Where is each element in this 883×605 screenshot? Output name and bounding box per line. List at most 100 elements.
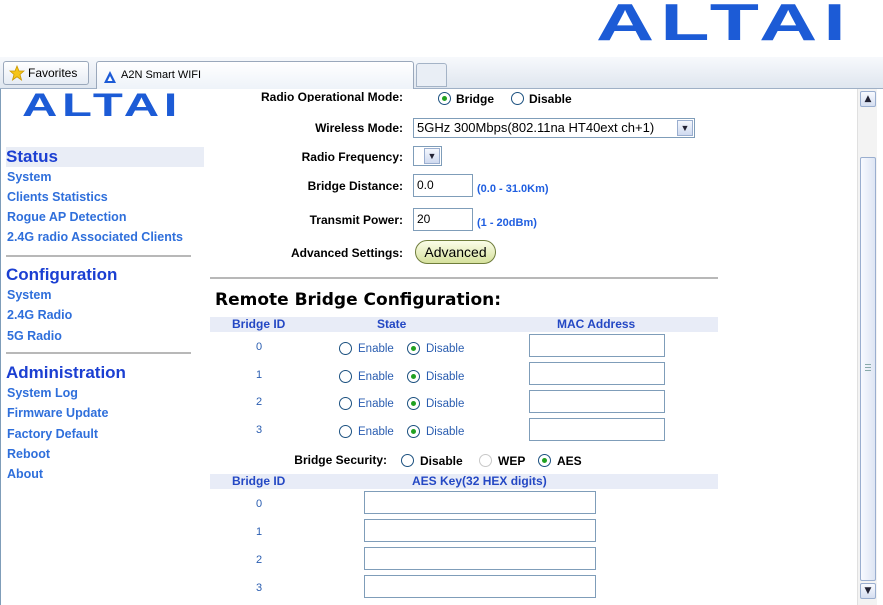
aes-row-id: 3 xyxy=(256,582,263,594)
bridge-2-disable-label: Disable xyxy=(426,398,465,410)
sidebar-nav: ALTAI Status System Clients Statistics R… xyxy=(1,89,206,605)
bridge-0-mac-input[interactable] xyxy=(529,334,665,357)
header-mac-address: MAC Address xyxy=(557,317,636,331)
radio-frequency-label: Radio Frequency: xyxy=(301,150,403,164)
header-aes-bridge-id: Bridge ID xyxy=(232,474,286,488)
bridge-0-enable-label: Enable xyxy=(358,343,394,355)
bridge-2-disable-radio[interactable] xyxy=(407,397,420,410)
grip-icon xyxy=(865,364,871,371)
nav-item-factory-default[interactable]: Factory Default xyxy=(7,427,98,441)
content-frame: ALTAI Status System Clients Statistics R… xyxy=(0,89,883,605)
aes-row-id: 2 xyxy=(256,554,263,566)
star-icon xyxy=(8,64,26,88)
bridge-1-disable-radio[interactable] xyxy=(407,370,420,383)
advanced-button[interactable]: Advanced xyxy=(415,240,496,264)
bridge-row-id: 0 xyxy=(256,341,263,353)
security-aes-label: AES xyxy=(557,454,582,468)
altai-logo-top: ALTAI xyxy=(594,0,856,44)
nav-heading-status: Status xyxy=(6,147,204,167)
radio-mode-disable-radio[interactable] xyxy=(511,92,524,105)
bridge-row-id: 3 xyxy=(256,424,263,436)
bridge-3-mac-input[interactable] xyxy=(529,418,665,441)
bridge-row-id: 1 xyxy=(256,369,263,381)
bridge-distance-label: Bridge Distance: xyxy=(307,179,403,193)
nav-item-associated-clients[interactable]: 2.4G radio Associated Clients xyxy=(7,230,183,244)
radio-mode-bridge-radio[interactable] xyxy=(438,92,451,105)
header-bridge-id: Bridge ID xyxy=(232,317,286,331)
altai-logo-sidebar: ALTAI xyxy=(21,89,184,123)
bridge-0-disable-label: Disable xyxy=(426,343,465,355)
chevron-down-icon: ▼ xyxy=(424,148,440,164)
bridge-1-enable-radio[interactable] xyxy=(339,370,352,383)
bridge-distance-range: (0.0 - 31.0Km) xyxy=(477,183,549,195)
nav-item-clients-statistics[interactable]: Clients Statistics xyxy=(7,190,108,204)
aes-key-1-input[interactable] xyxy=(364,519,596,542)
nav-item-about[interactable]: About xyxy=(7,467,43,481)
bridge-3-enable-radio[interactable] xyxy=(339,425,352,438)
bridge-1-enable-label: Enable xyxy=(358,371,394,383)
wireless-mode-label: Wireless Mode: xyxy=(315,121,403,135)
bridge-row-id: 2 xyxy=(256,396,263,408)
nav-item-reboot[interactable]: Reboot xyxy=(7,447,50,461)
nav-item-firmware-update[interactable]: Firmware Update xyxy=(7,406,108,420)
aes-key-0-input[interactable] xyxy=(364,491,596,514)
svg-text:ALTAI: ALTAI xyxy=(596,0,852,44)
aes-key-3-input[interactable] xyxy=(364,575,596,598)
bridge-1-disable-label: Disable xyxy=(426,371,465,383)
security-aes-radio[interactable] xyxy=(538,454,551,467)
security-wep-label: WEP xyxy=(498,454,526,468)
bridge-1-mac-input[interactable] xyxy=(529,362,665,385)
radio-mode-label: Radio Operational Mode: xyxy=(260,92,403,102)
svg-text:ALTAI: ALTAI xyxy=(22,92,182,118)
nav-item-24g-radio[interactable]: 2.4G Radio xyxy=(7,308,72,322)
scroll-down-icon[interactable]: ▼ xyxy=(860,583,876,599)
transmit-power-range: (1 - 20dBm) xyxy=(477,217,537,229)
radio-mode-bridge-label: Bridge xyxy=(456,92,495,106)
bridge-2-enable-label: Enable xyxy=(358,398,394,410)
security-disable-radio[interactable] xyxy=(401,454,414,467)
wireless-mode-value: 5GHz 300Mbps(802.11na HT40ext ch+1) xyxy=(417,120,655,135)
bridge-distance-input[interactable]: 0.0 xyxy=(413,174,473,197)
transmit-power-input[interactable]: 20 xyxy=(413,208,473,231)
remote-bridge-table-header: Bridge ID State MAC Address xyxy=(210,317,718,332)
section-divider xyxy=(210,277,718,279)
nav-item-config-system[interactable]: System xyxy=(7,288,51,302)
wireless-mode-select[interactable]: 5GHz 300Mbps(802.11na HT40ext ch+1) ▼ xyxy=(413,118,695,138)
scroll-up-icon[interactable]: ▲ xyxy=(860,91,876,107)
nav-divider xyxy=(6,255,191,257)
security-wep-radio[interactable] xyxy=(479,454,492,467)
bridge-2-enable-radio[interactable] xyxy=(339,397,352,410)
bridge-3-enable-label: Enable xyxy=(358,426,394,438)
aes-row-id: 1 xyxy=(256,526,263,538)
bridge-security-label: Bridge Security: xyxy=(294,453,387,467)
vertical-scrollbar[interactable]: ▲ ▼ xyxy=(857,89,877,605)
header-aes-key: AES Key(32 HEX digits) xyxy=(412,474,547,488)
bridge-0-disable-radio[interactable] xyxy=(407,342,420,355)
nav-heading-administration: Administration xyxy=(6,363,126,382)
scroll-thumb[interactable] xyxy=(860,157,876,581)
aes-key-2-input[interactable] xyxy=(364,547,596,570)
nav-item-status-system[interactable]: System xyxy=(7,170,51,184)
radio-mode-disable-label: Disable xyxy=(529,92,572,106)
browser-tab-active[interactable]: A2N Smart WIFI xyxy=(96,61,414,89)
advanced-settings-label: Advanced Settings: xyxy=(290,246,403,260)
new-tab-button[interactable] xyxy=(416,63,447,87)
header-state: State xyxy=(377,317,407,331)
nav-divider xyxy=(6,352,191,354)
altai-logo-graphic: ALTAI xyxy=(596,0,852,44)
favorites-label: Favorites xyxy=(28,66,78,80)
favorites-button[interactable]: Favorites xyxy=(3,61,89,85)
bridge-2-mac-input[interactable] xyxy=(529,390,665,413)
chevron-down-icon: ▼ xyxy=(677,120,693,136)
radio-frequency-select[interactable]: ▼ xyxy=(413,146,442,166)
transmit-power-label: Transmit Power: xyxy=(309,213,403,227)
nav-item-5g-radio[interactable]: 5G Radio xyxy=(7,329,62,343)
nav-heading-configuration: Configuration xyxy=(6,265,118,284)
security-disable-label: Disable xyxy=(420,454,463,468)
remote-bridge-title: Remote Bridge Configuration: xyxy=(215,290,502,310)
nav-item-rogue-ap-detection[interactable]: Rogue AP Detection xyxy=(7,210,126,224)
bridge-3-disable-radio[interactable] xyxy=(407,425,420,438)
nav-item-system-log[interactable]: System Log xyxy=(7,386,78,400)
bridge-0-enable-radio[interactable] xyxy=(339,342,352,355)
tab-title: A2N Smart WIFI xyxy=(121,69,202,81)
